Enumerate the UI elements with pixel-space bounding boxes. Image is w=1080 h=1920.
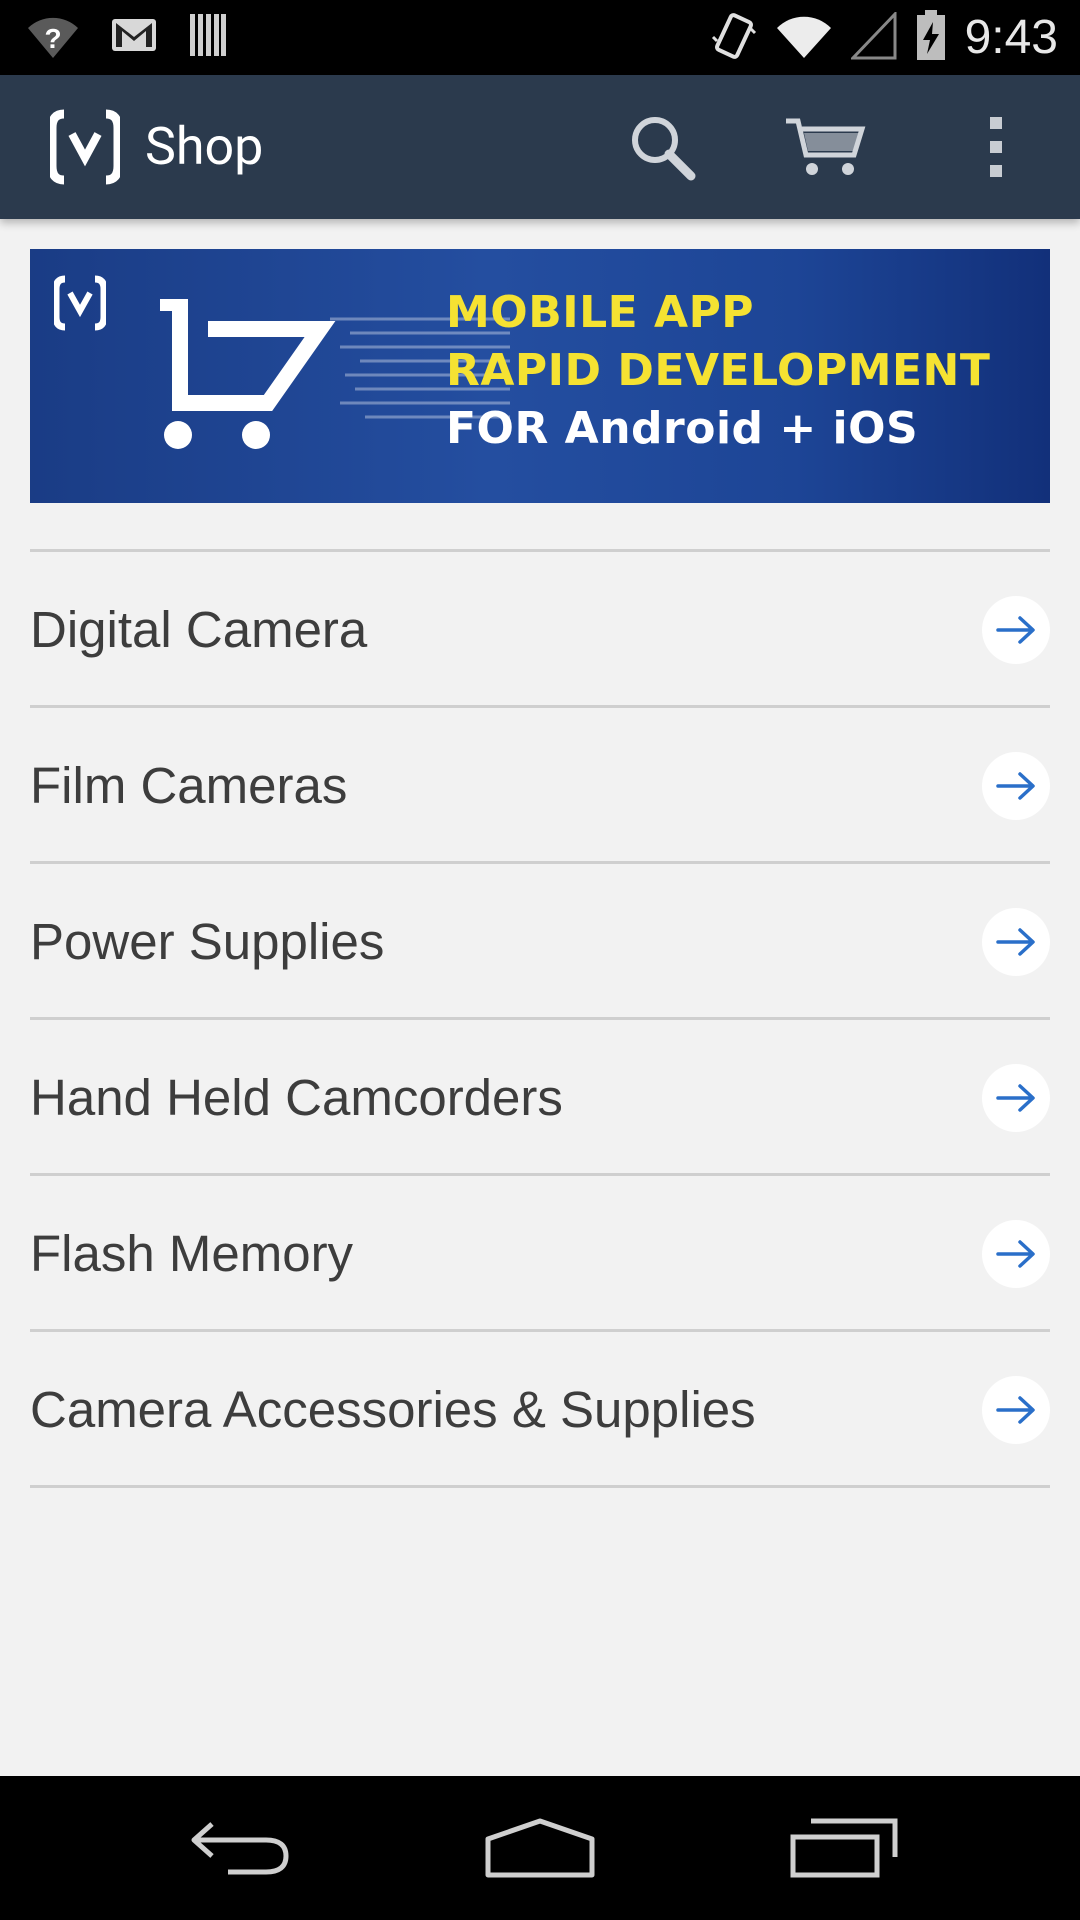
status-time: 9:43	[964, 11, 1058, 64]
arrow-right-icon[interactable]	[982, 596, 1050, 664]
wifi-icon	[775, 12, 833, 64]
list-item-label: Film Cameras	[30, 757, 348, 814]
app-bar: Shop	[0, 75, 1080, 219]
arrow-right-icon[interactable]	[982, 1220, 1050, 1288]
overflow-menu-icon[interactable]	[954, 111, 1038, 183]
gmail-icon	[110, 15, 158, 59]
recents-icon[interactable]	[784, 1808, 904, 1888]
list-item-label: Digital Camera	[30, 601, 368, 658]
app-logo-icon[interactable]	[47, 108, 123, 186]
banner-headline-2: RAPID DEVELOPMENT	[446, 345, 991, 396]
wifi-unknown-icon: ?	[26, 10, 80, 64]
battery-charging-icon	[915, 10, 947, 66]
arrow-right-icon[interactable]	[982, 908, 1050, 976]
system-nav-bar	[0, 1776, 1080, 1920]
arrow-right-icon[interactable]	[982, 752, 1050, 820]
status-notifications: ?	[26, 10, 228, 64]
banner-headline-3: FOR Android + iOS	[446, 403, 919, 454]
banner-logo-icon	[52, 275, 108, 335]
list-item[interactable]: Camera Accessories & Supplies	[30, 1332, 1050, 1488]
list-item[interactable]: Hand Held Camcorders	[30, 1020, 1050, 1176]
list-item-label: Camera Accessories & Supplies	[30, 1381, 756, 1438]
arrow-right-icon[interactable]	[982, 1064, 1050, 1132]
home-icon[interactable]	[480, 1808, 600, 1888]
list-item[interactable]: Flash Memory	[30, 1176, 1050, 1332]
list-item[interactable]: Film Cameras	[30, 708, 1050, 864]
cart-icon[interactable]	[783, 111, 867, 183]
list-item-label: Hand Held Camcorders	[30, 1069, 563, 1126]
vibrate-icon	[711, 11, 757, 65]
status-system: 9:43	[711, 8, 1058, 68]
banner-headline-1: MOBILE APP	[446, 287, 755, 338]
category-list: Digital Camera Film Cameras Power Suppli…	[30, 549, 1050, 1488]
list-item-label: Flash Memory	[30, 1225, 354, 1282]
svg-text:?: ?	[44, 23, 61, 54]
app-title: Shop	[145, 116, 264, 177]
list-item[interactable]: Digital Camera	[30, 552, 1050, 708]
search-icon[interactable]	[620, 111, 704, 183]
arrow-right-icon[interactable]	[982, 1376, 1050, 1444]
status-bar: ? 9:43	[0, 0, 1080, 75]
signal-icon	[849, 10, 897, 64]
back-icon[interactable]	[180, 1808, 300, 1888]
list-item[interactable]: Power Supplies	[30, 864, 1050, 1020]
barcode-icon	[188, 12, 228, 62]
list-item-label: Power Supplies	[30, 913, 385, 970]
promo-banner[interactable]: MOBILE APP RAPID DEVELOPMENT FOR Android…	[30, 249, 1050, 503]
